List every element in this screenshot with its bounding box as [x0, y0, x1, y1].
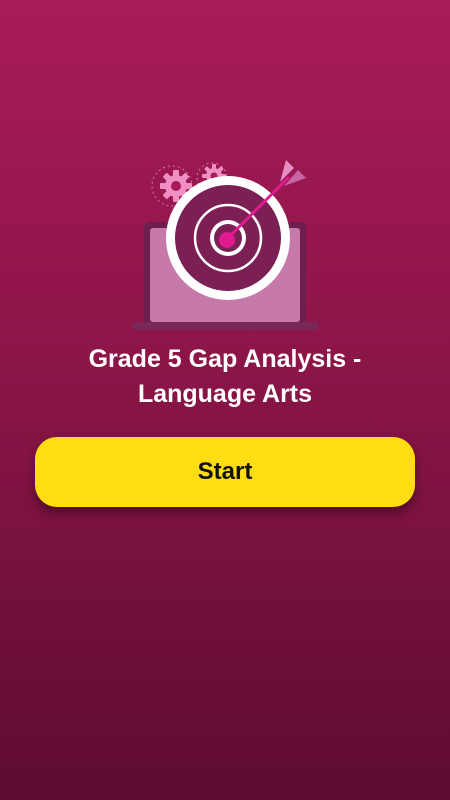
title-line-1: Grade 5 Gap Analysis - — [88, 345, 362, 373]
start-button[interactable]: Start — [35, 437, 415, 507]
target-laptop-illustration — [120, 150, 330, 340]
title-line-2: Language Arts — [137, 380, 313, 408]
page-title: Grade 5 Gap Analysis - Language Arts — [20, 342, 430, 412]
